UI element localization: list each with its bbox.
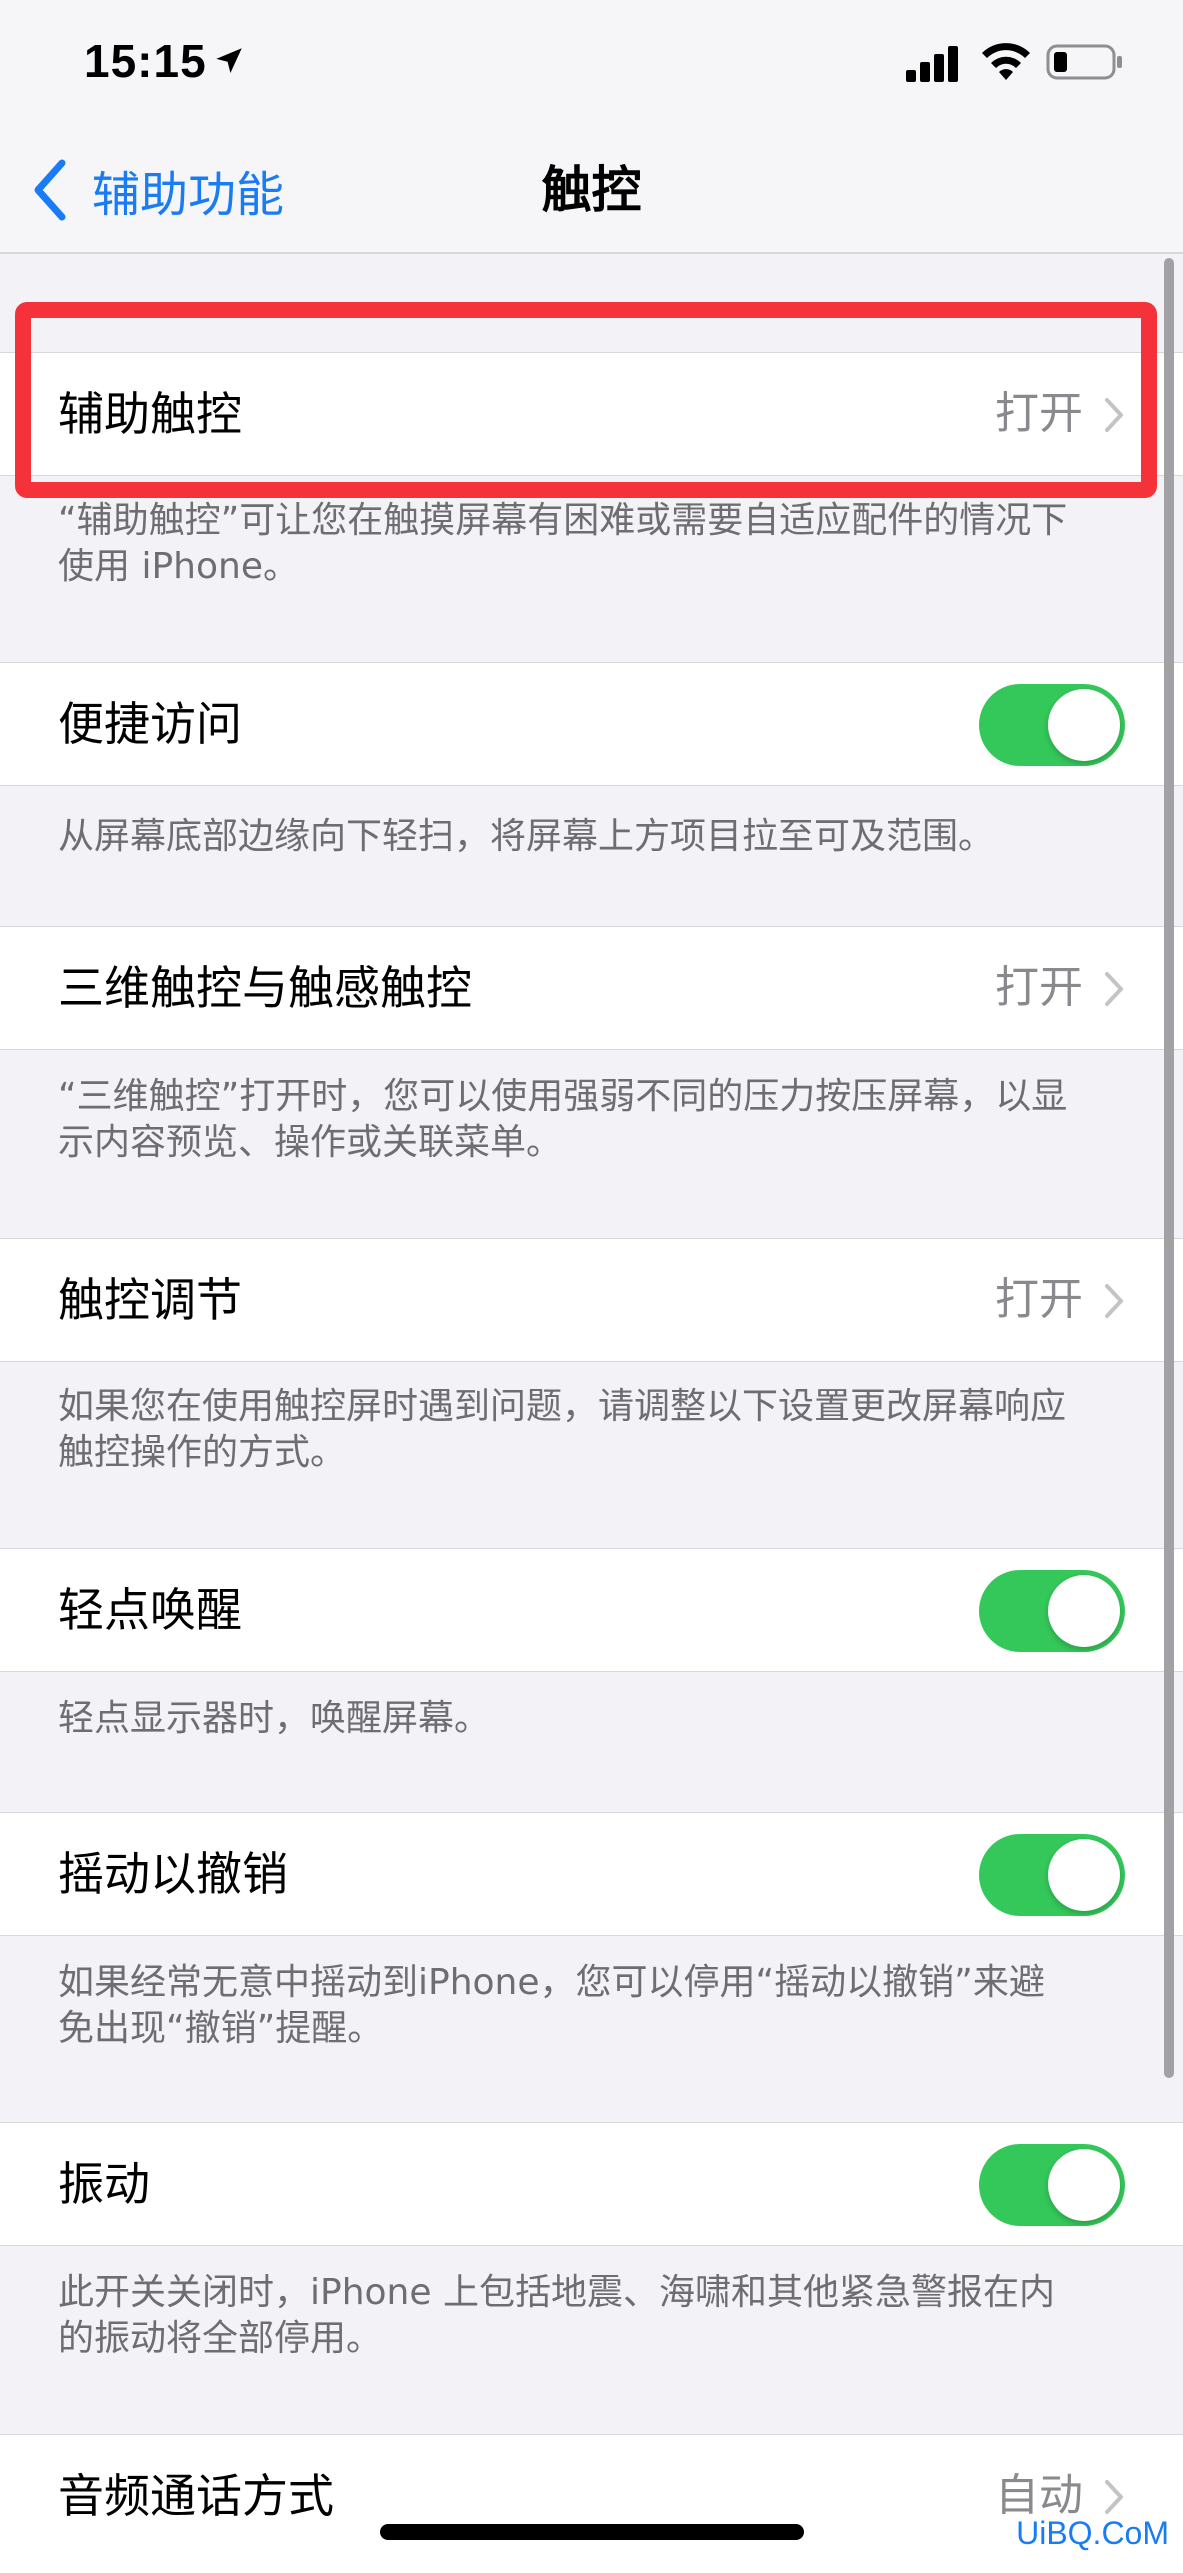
footer-vibration: 此开关关闭时，iPhone 上包括地震、海啸和其他紧急警报在内 的振动将全部停用… — [58, 2272, 1055, 2359]
page-title: 触控 — [541, 161, 642, 219]
toggle-knob — [1048, 689, 1120, 761]
scrollbar[interactable] — [1164, 258, 1174, 2078]
chevron-right-icon — [1105, 972, 1123, 1006]
chevron-right-icon — [1105, 1284, 1123, 1318]
footer-touch-accommodations: 如果您在使用触控屏时遇到问题，请调整以下设置更改屏幕响应 触控操作的方式。 — [58, 1386, 1067, 1473]
row-3d-touch[interactable]: 三维触控与触感触控 打开 — [0, 926, 1183, 1050]
footer-tap-to-wake: 轻点显示器时，唤醒屏幕。 — [58, 1698, 491, 1739]
row-tap-to-wake: 轻点唤醒 — [0, 1548, 1183, 1672]
row-call-audio-routing[interactable]: 音频通话方式 自动 — [0, 2434, 1183, 2574]
shake-to-undo-toggle[interactable] — [979, 1834, 1125, 1916]
row-label: 振动 — [58, 2157, 150, 2211]
highlight-box — [15, 302, 1157, 498]
tap-to-wake-toggle[interactable] — [979, 1570, 1125, 1652]
row-vibration: 振动 — [0, 2122, 1183, 2246]
row-value: 打开 — [995, 1274, 1083, 1325]
home-indicator[interactable] — [380, 2524, 804, 2540]
watermark: UiBQ.CoM — [1016, 2515, 1169, 2551]
chevron-right-icon — [1105, 2480, 1123, 2514]
row-label: 三维触控与触感触控 — [58, 961, 472, 1015]
row-touch-accommodations[interactable]: 触控调节 打开 — [0, 1238, 1183, 1362]
row-reachability: 便捷访问 — [0, 662, 1183, 786]
row-label: 便捷访问 — [58, 697, 242, 751]
battery-low-icon — [1046, 44, 1122, 80]
row-label: 摇动以撤销 — [58, 1847, 288, 1901]
footer-shake-to-undo: 如果经常无意中摇动到iPhone，您可以停用“摇动以撤销”来避 免出现“撤销”提… — [58, 1962, 1045, 2049]
row-label: 触控调节 — [58, 1273, 242, 1327]
footer-assistive-touch: “辅助触控”可让您在触摸屏幕有困难或需要自适应配件的情况下 使用 iPhone。 — [58, 500, 1068, 587]
location-arrow-icon — [216, 48, 242, 74]
vibration-toggle[interactable] — [979, 2144, 1125, 2226]
wifi-icon — [982, 43, 1030, 80]
reachability-toggle[interactable] — [979, 684, 1125, 766]
status-time: 15:15 — [84, 35, 207, 87]
row-label: 音频通话方式 — [58, 2469, 334, 2523]
footer-3d-touch: “三维触控”打开时，您可以使用强弱不同的压力按压屏幕，以显 示内容预览、操作或关… — [58, 1076, 1068, 1163]
row-value: 打开 — [995, 962, 1083, 1013]
status-bar: 15:15 — [0, 0, 1183, 128]
cellular-signal-icon — [906, 46, 958, 82]
navigation-bar: 辅助功能 触控 — [0, 128, 1183, 254]
toggle-knob — [1048, 1839, 1120, 1911]
row-label: 轻点唤醒 — [58, 1583, 242, 1637]
row-shake-to-undo: 摇动以撤销 — [0, 1812, 1183, 1936]
toggle-knob — [1048, 1575, 1120, 1647]
toggle-knob — [1048, 2149, 1120, 2221]
footer-reachability: 从屏幕底部边缘向下轻扫，将屏幕上方项目拉至可及范围。 — [58, 816, 995, 857]
